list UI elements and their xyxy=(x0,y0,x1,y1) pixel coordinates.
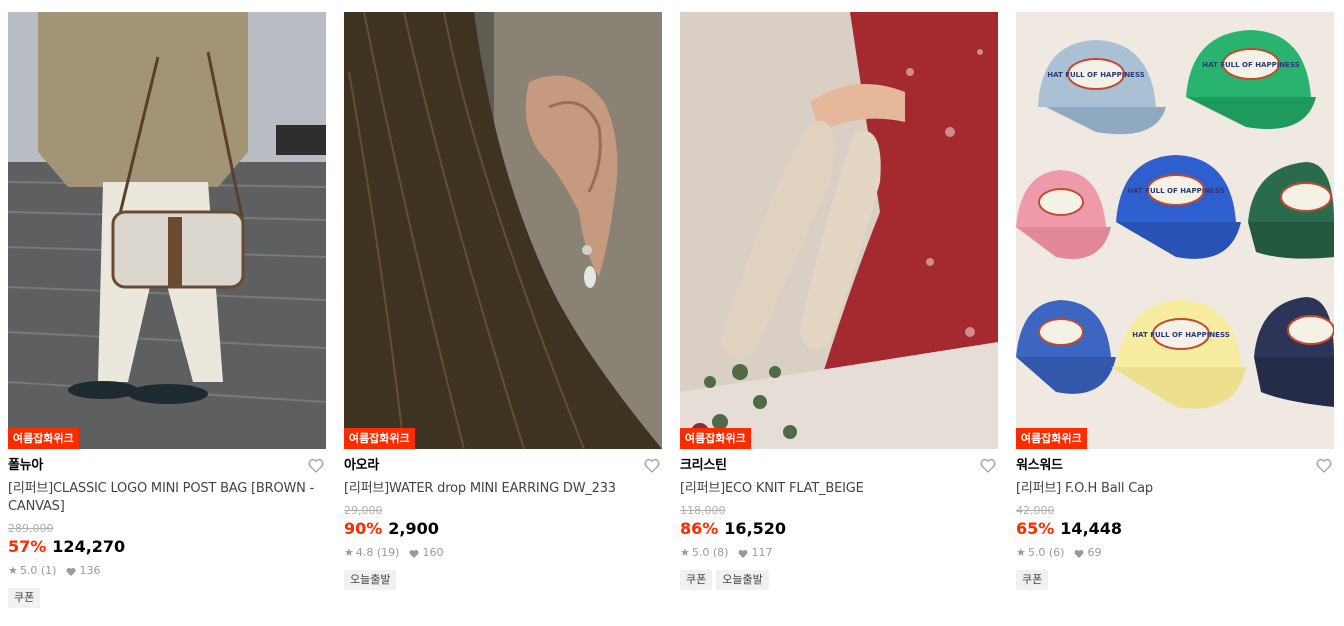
sale-price: 14,448 xyxy=(1060,519,1123,538)
like-heart-icon[interactable] xyxy=(308,458,324,473)
product-stats: ★ 4.8 (19) 160 xyxy=(344,545,662,561)
product-grid: 여름잡화위크 폴뉴아 [리퍼브]CLASSIC LOGO MINI POST B… xyxy=(0,0,1344,626)
like-count: 160 xyxy=(422,546,444,559)
discount-rate: 65% xyxy=(1016,519,1055,538)
product-card[interactable]: 여름잡화위크 아오라 [리퍼브]WATER drop MINI EARRING … xyxy=(344,12,662,590)
like-heart-icon[interactable] xyxy=(1316,458,1332,473)
sale-price: 124,270 xyxy=(52,537,126,556)
review-count: (8) xyxy=(712,546,729,559)
original-price: 42,000 xyxy=(1016,504,1055,517)
product-card[interactable]: 여름잡화위크 크리스틴 [리퍼브]ECO KNIT FLAT_BEIGE 118… xyxy=(680,12,998,590)
cap-print-text: HAT FULL OF HAPPINESS xyxy=(1047,71,1145,79)
flat-shoes-photo xyxy=(680,12,998,449)
star-icon: ★ xyxy=(344,546,354,559)
brand-name[interactable]: 아오라 xyxy=(344,455,662,477)
product-stats: ★ 5.0 (1) 136 xyxy=(8,563,326,579)
brand-name[interactable]: 크리스틴 xyxy=(680,455,998,477)
sale-price: 2,900 xyxy=(388,519,439,538)
event-badge: 여름잡화위크 xyxy=(1016,428,1087,449)
same-day-shipping-tag: 오늘출발 xyxy=(716,570,769,590)
ball-cap-photo: HAT FULL OF HAPPINESS HAT FULL OF HAPPIN… xyxy=(1016,12,1334,449)
product-image[interactable]: 여름잡화위크 xyxy=(680,12,998,449)
like-count: 117 xyxy=(751,546,773,559)
cap-print-text: HAT FULL OF HAPPINESS xyxy=(1132,331,1230,339)
sale-price: 16,520 xyxy=(724,519,787,538)
like-count: 136 xyxy=(79,564,101,577)
rating: 4.8 xyxy=(355,546,374,559)
product-image[interactable]: HAT FULL OF HAPPINESS HAT FULL OF HAPPIN… xyxy=(1016,12,1334,449)
event-badge: 여름잡화위크 xyxy=(344,428,415,449)
star-icon: ★ xyxy=(8,564,18,577)
original-price: 29,000 xyxy=(344,504,383,517)
review-count: (19) xyxy=(376,546,400,559)
event-badge: 여름잡화위크 xyxy=(8,428,79,449)
rating: 5.0 xyxy=(19,564,38,577)
product-name[interactable]: [리퍼브]CLASSIC LOGO MINI POST BAG [BROWN -… xyxy=(8,480,326,516)
product-image[interactable]: 여름잡화위크 xyxy=(344,12,662,449)
cap-print-text: HAT FULL OF HAPPINESS xyxy=(1127,187,1225,195)
same-day-shipping-tag: 오늘출발 xyxy=(344,570,397,590)
heart-icon xyxy=(1074,549,1084,558)
review-count: (6) xyxy=(1048,546,1065,559)
discount-rate: 86% xyxy=(680,519,719,538)
rating: 5.0 xyxy=(691,546,710,559)
product-image[interactable]: 여름잡화위크 xyxy=(8,12,326,449)
product-name[interactable]: [리퍼브] F.O.H Ball Cap xyxy=(1016,480,1334,498)
earring-photo xyxy=(344,12,662,449)
star-icon: ★ xyxy=(1016,546,1026,559)
star-icon: ★ xyxy=(680,546,690,559)
product-name[interactable]: [리퍼브]WATER drop MINI EARRING DW_233 xyxy=(344,480,662,498)
product-card[interactable]: HAT FULL OF HAPPINESS HAT FULL OF HAPPIN… xyxy=(1016,12,1334,590)
brand-name[interactable]: 폴뉴아 xyxy=(8,455,326,477)
heart-icon xyxy=(409,549,419,558)
discount-rate: 90% xyxy=(344,519,383,538)
product-stats: ★ 5.0 (8) 117 xyxy=(680,545,998,561)
heart-icon xyxy=(738,549,748,558)
product-stats: ★ 5.0 (6) 69 xyxy=(1016,545,1334,561)
coupon-tag: 쿠폰 xyxy=(8,588,41,608)
like-count: 69 xyxy=(1087,546,1102,559)
coupon-tag: 쿠폰 xyxy=(680,570,713,590)
brand-name[interactable]: 워스워드 xyxy=(1016,455,1334,477)
coupon-tag: 쿠폰 xyxy=(1016,570,1049,590)
review-count: (1) xyxy=(40,564,57,577)
bag-photo xyxy=(8,12,326,449)
original-price: 289,000 xyxy=(8,522,54,535)
heart-icon xyxy=(66,567,76,576)
cap-print-text: HAT FULL OF HAPPINESS xyxy=(1202,61,1300,69)
event-badge: 여름잡화위크 xyxy=(680,428,751,449)
discount-rate: 57% xyxy=(8,537,47,556)
rating: 5.0 xyxy=(1027,546,1046,559)
product-name[interactable]: [리퍼브]ECO KNIT FLAT_BEIGE xyxy=(680,480,998,498)
original-price: 118,000 xyxy=(680,504,726,517)
like-heart-icon[interactable] xyxy=(644,458,660,473)
product-card[interactable]: 여름잡화위크 폴뉴아 [리퍼브]CLASSIC LOGO MINI POST B… xyxy=(8,12,326,608)
like-heart-icon[interactable] xyxy=(980,458,996,473)
